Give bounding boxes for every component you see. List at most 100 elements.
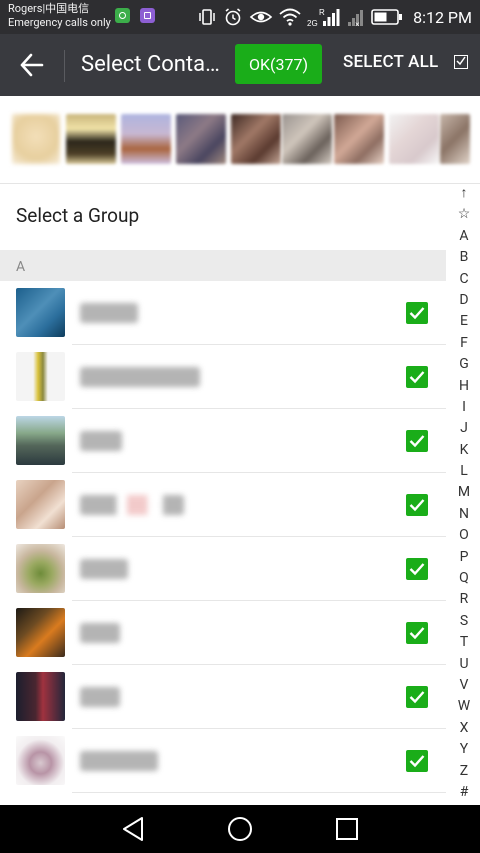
index-letter[interactable]: B	[452, 247, 476, 268]
contact-checkbox[interactable]	[406, 302, 428, 324]
contact-checkbox[interactable]	[406, 622, 428, 644]
check-icon	[456, 56, 466, 66]
contact-row[interactable]	[0, 665, 446, 729]
home-nav-icon[interactable]	[226, 815, 254, 843]
avatar	[16, 672, 65, 721]
selected-avatar[interactable]	[334, 114, 384, 164]
battery-icon	[371, 9, 403, 25]
index-letter[interactable]: A	[452, 226, 476, 247]
check-icon	[409, 691, 425, 704]
screen: Rogers|中国电信 Emergency calls only 2G R × …	[0, 0, 480, 853]
contact-checkbox[interactable]	[406, 750, 428, 772]
section-letter: A	[16, 259, 26, 275]
selected-avatar[interactable]	[176, 114, 226, 164]
contact-checkbox[interactable]	[406, 558, 428, 580]
contact-name-redacted	[80, 559, 128, 579]
svg-text:×: ×	[355, 20, 360, 28]
avatar	[16, 544, 65, 593]
contact-checkbox[interactable]	[406, 366, 428, 388]
contact-name-redacted	[80, 367, 200, 387]
index-letter[interactable]: H	[452, 376, 476, 397]
ok-button[interactable]: OK(377)	[235, 44, 322, 84]
selected-avatar[interactable]	[389, 114, 439, 164]
row-divider	[72, 792, 446, 793]
check-icon	[409, 307, 425, 320]
index-letter[interactable]: J	[452, 418, 476, 439]
contact-row[interactable]	[0, 601, 446, 665]
contact-checkbox[interactable]	[406, 494, 428, 516]
back-nav-icon[interactable]	[120, 815, 148, 843]
back-button[interactable]	[14, 48, 50, 82]
selected-avatar[interactable]	[231, 114, 281, 164]
select-group-row[interactable]: Select a Group	[0, 184, 446, 250]
contact-checkbox[interactable]	[406, 686, 428, 708]
index-letter[interactable]: K	[452, 440, 476, 461]
avatar	[16, 352, 65, 401]
index-letter[interactable]: L	[452, 461, 476, 482]
contact-name-redacted	[80, 751, 158, 771]
index-letter[interactable]: G	[452, 354, 476, 375]
contact-name-redacted	[80, 303, 138, 323]
index-letter[interactable]: Z	[452, 761, 476, 782]
index-letter[interactable]: P	[452, 547, 476, 568]
index-letter[interactable]: R	[452, 589, 476, 610]
check-icon	[409, 563, 425, 576]
avatar	[16, 288, 65, 337]
selected-avatar[interactable]	[282, 114, 332, 164]
contact-row[interactable]	[0, 281, 446, 345]
select-all-button[interactable]: SELECT ALL	[343, 52, 438, 72]
index-letter[interactable]: ☆	[452, 204, 476, 225]
alphabet-index[interactable]: ↑ ☆ A B C D E F G H I J K L M N O P Q R S T U V W X Y Z #	[452, 183, 476, 803]
check-icon	[409, 499, 425, 512]
check-icon	[409, 627, 425, 640]
index-letter[interactable]: W	[452, 696, 476, 717]
select-all-checkbox[interactable]	[454, 55, 468, 69]
selected-avatar[interactable]	[66, 114, 116, 164]
index-letter[interactable]: N	[452, 504, 476, 525]
page-title: Select Contacts	[81, 52, 227, 77]
index-letter[interactable]: Q	[452, 568, 476, 589]
index-letter[interactable]: E	[452, 311, 476, 332]
contact-row[interactable]	[0, 345, 446, 409]
index-letter[interactable]: X	[452, 718, 476, 739]
avatar	[16, 480, 65, 529]
recents-nav-icon[interactable]	[333, 815, 361, 843]
contact-row[interactable]	[0, 409, 446, 473]
index-letter[interactable]: U	[452, 654, 476, 675]
contact-row[interactable]	[0, 537, 446, 601]
contact-name-redacted	[80, 431, 122, 451]
index-letter[interactable]: D	[452, 290, 476, 311]
contact-row[interactable]	[0, 473, 446, 537]
avatar	[16, 736, 65, 785]
index-letter[interactable]: #	[452, 782, 476, 803]
avatar	[16, 416, 65, 465]
signal-2g-icon: 2G R	[307, 8, 340, 28]
index-letter[interactable]: Y	[452, 739, 476, 760]
back-arrow-icon	[20, 53, 44, 77]
contact-checkbox[interactable]	[406, 430, 428, 452]
select-group-label: Select a Group	[16, 204, 140, 227]
selected-avatar[interactable]	[440, 114, 470, 164]
contact-row[interactable]	[0, 729, 446, 793]
index-letter[interactable]: V	[452, 675, 476, 696]
index-letter[interactable]: ↑	[452, 183, 476, 204]
toolbar: Select Contacts OK(377) SELECT ALL	[0, 34, 480, 96]
contact-name-redacted	[80, 687, 120, 707]
check-icon	[409, 435, 425, 448]
index-letter[interactable]: F	[452, 333, 476, 354]
carrier-name: Rogers|中国电信	[8, 2, 90, 15]
index-letter[interactable]: I	[452, 397, 476, 418]
selected-contacts-strip[interactable]	[0, 96, 480, 184]
index-letter[interactable]: M	[452, 482, 476, 503]
selected-avatar[interactable]	[121, 114, 171, 164]
check-icon	[409, 755, 425, 768]
selected-avatar[interactable]	[12, 114, 60, 164]
index-letter[interactable]: T	[452, 632, 476, 653]
index-letter[interactable]: S	[452, 611, 476, 632]
navigation-bar	[0, 805, 480, 853]
index-letter[interactable]: O	[452, 525, 476, 546]
eye-comfort-icon	[249, 11, 273, 23]
contact-name-redacted	[80, 623, 120, 643]
index-letter[interactable]: C	[452, 269, 476, 290]
status-time: 8:12 PM	[413, 7, 472, 27]
